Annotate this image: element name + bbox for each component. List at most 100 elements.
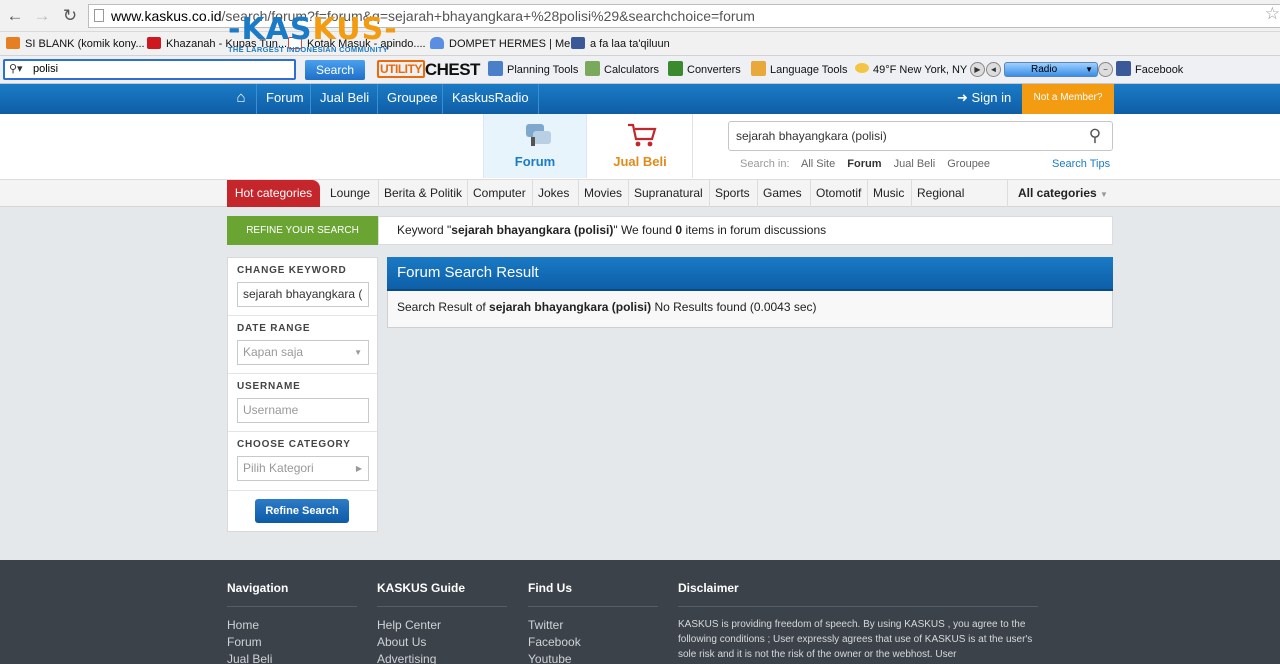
page-icon (94, 9, 104, 22)
date-range-select[interactable]: Kapan saja ▼ (237, 340, 369, 365)
category-games[interactable]: Games (757, 180, 807, 207)
toolbar-search-button[interactable]: Search (305, 60, 365, 80)
search-icon[interactable]: ⚲ (1083, 124, 1107, 148)
category-music[interactable]: Music (867, 180, 909, 207)
category-otomotif[interactable]: Otomotif (810, 180, 866, 207)
username-input[interactable]: Username (237, 398, 369, 423)
category-jokes[interactable]: Jokes (532, 180, 574, 207)
kaskus-logo[interactable]: -KASKUS- THE LARGEST INDONESIAN COMMUNIT… (228, 15, 398, 56)
footer-link-youtube[interactable]: Youtube (528, 652, 572, 664)
tab-jual-beli[interactable]: Jual Beli (588, 114, 693, 178)
toolbar-item-label: Calculators (604, 64, 660, 76)
chevron-right-icon: ▶ (355, 464, 362, 473)
category-computer[interactable]: Computer (467, 180, 531, 207)
utility-chest-logo[interactable]: UTILITY CHEST (377, 58, 480, 81)
keyword-summary: Keyword "sejarah bhayangkara (polisi)" W… (378, 216, 1113, 245)
bookmark-item[interactable]: DOMPET HERMES | Me... (430, 35, 579, 53)
forward-arrow-icon[interactable]: → (32, 6, 52, 26)
converters-button[interactable]: Converters (668, 61, 741, 79)
footer-link-advertising[interactable]: Advertising (377, 652, 436, 664)
nav-forum[interactable]: Forum (256, 84, 313, 114)
category-sports[interactable]: Sports (709, 180, 755, 207)
comic-icon (6, 37, 20, 49)
divider (377, 606, 507, 607)
toolbar-search-input[interactable]: ⚲▾ polisi (3, 59, 296, 80)
back-arrow-icon[interactable]: ← (5, 6, 25, 26)
search-tips-link[interactable]: Search Tips (1052, 158, 1110, 170)
divider (678, 606, 1038, 607)
forum-icon (526, 124, 551, 146)
footer-link-home[interactable]: Home (227, 618, 259, 632)
bookmark-item[interactable]: a fa laa ta'qiluun (571, 35, 670, 53)
footer-link-facebook[interactable]: Facebook (528, 635, 581, 649)
all-categories-dropdown[interactable]: All categories ▼ (1007, 180, 1112, 207)
toolbar-item-label: 49°F New York, NY (873, 64, 968, 76)
category-regional[interactable]: Regional (911, 180, 969, 207)
toolbar-item-label: Converters (687, 64, 741, 76)
keyword-input[interactable]: sejarah bhayangkara ( (237, 282, 369, 307)
nav-jual-beli[interactable]: Jual Beli (310, 84, 378, 114)
toolbar-item-label: Language Tools (770, 64, 848, 76)
language-icon (751, 61, 766, 76)
bookmark-label: SI BLANK (komik kony... (25, 38, 145, 50)
play-icon[interactable]: ▶ (970, 62, 985, 77)
nav-groupee[interactable]: Groupee (377, 84, 447, 114)
search-option-jual-beli[interactable]: Jual Beli (894, 158, 936, 170)
all-categories-label: All categories (1018, 186, 1097, 200)
youtube-icon (147, 37, 161, 49)
reload-icon[interactable]: ↻ (60, 6, 80, 26)
radio-select[interactable]: Radio ▼ (1004, 62, 1098, 77)
bookmark-item[interactable]: SI BLANK (komik kony... (6, 35, 145, 53)
tab-forum[interactable]: Forum (483, 114, 587, 178)
search-option-forum[interactable]: Forum (847, 158, 881, 170)
date-range-value: Kapan saja (243, 345, 304, 359)
nav-kaskusradio[interactable]: KaskusRadio (442, 84, 539, 114)
volume-icon[interactable]: ◄ (986, 62, 1001, 77)
refine-your-search-header: REFINE YOUR SEARCH (227, 216, 378, 245)
utility-text: UTILITY (377, 60, 425, 78)
category-lounge[interactable]: Lounge (325, 180, 375, 207)
search-option-groupee[interactable]: Groupee (947, 158, 990, 170)
change-keyword-label: CHANGE KEYWORD (237, 265, 347, 276)
radio-player[interactable]: ▶ ◄ Radio ▼ − (970, 61, 1113, 78)
footer-link-jual-beli[interactable]: Jual Beli (227, 652, 272, 664)
language-tools-button[interactable]: Language Tools (751, 61, 847, 79)
planning-tools-button[interactable]: Planning Tools (488, 61, 578, 79)
footer-link-about-us[interactable]: About Us (377, 635, 426, 649)
category-supranatural[interactable]: Supranatural (628, 180, 708, 207)
site-search-input[interactable]: sejarah bhayangkara (polisi) (728, 121, 1113, 151)
divider (227, 606, 357, 607)
hot-categories-button[interactable]: Hot categories (227, 180, 320, 207)
toolbar-item-label: Facebook (1135, 64, 1184, 76)
category-value: Pilih Kategori (243, 461, 314, 475)
minus-icon[interactable]: − (1098, 62, 1113, 77)
tab-jual-beli-label: Jual Beli (613, 154, 667, 169)
footer-disclaimer-title: Disclaimer (678, 581, 739, 595)
username-section: USERNAME Username (228, 374, 377, 432)
chest-text: CHEST (424, 60, 481, 79)
refine-search-button[interactable]: Refine Search (255, 499, 349, 523)
result-keyword: sejarah bhayangkara (polisi) (489, 300, 652, 314)
keyword-summary-keyword: sejarah bhayangkara (polisi) (451, 223, 614, 237)
footer-findus-title: Find Us (528, 581, 572, 595)
facebook-button[interactable]: Facebook (1116, 61, 1183, 79)
footer-link-help-center[interactable]: Help Center (377, 618, 441, 632)
sign-in-link[interactable]: ➜ Sign in (957, 84, 1011, 114)
home-icon[interactable]: ⌂ (228, 84, 254, 114)
footer-link-forum[interactable]: Forum (227, 635, 262, 649)
bookmark-star-icon[interactable]: ☆ (1265, 4, 1280, 24)
search-option-all-site[interactable]: All Site (801, 158, 835, 170)
weather-button[interactable]: 49°F New York, NY (855, 61, 967, 79)
chevron-down-icon: ▼ (1085, 65, 1093, 74)
footer-link-twitter[interactable]: Twitter (528, 618, 563, 632)
footer-guide-title: KASKUS Guide (377, 581, 466, 595)
category-movies[interactable]: Movies (578, 180, 627, 207)
divider (528, 606, 658, 607)
keyword-section: CHANGE KEYWORD sejarah bhayangkara ( (228, 258, 377, 316)
category-berita-politik[interactable]: Berita & Politik (378, 180, 467, 207)
not-a-member-button[interactable]: Not a Member? (1022, 84, 1114, 115)
facebook-icon (1116, 61, 1131, 76)
logo-main-a: -KAS (228, 12, 313, 47)
calculators-button[interactable]: Calculators (585, 61, 659, 79)
category-select[interactable]: Pilih Kategori ▶ (237, 456, 369, 481)
